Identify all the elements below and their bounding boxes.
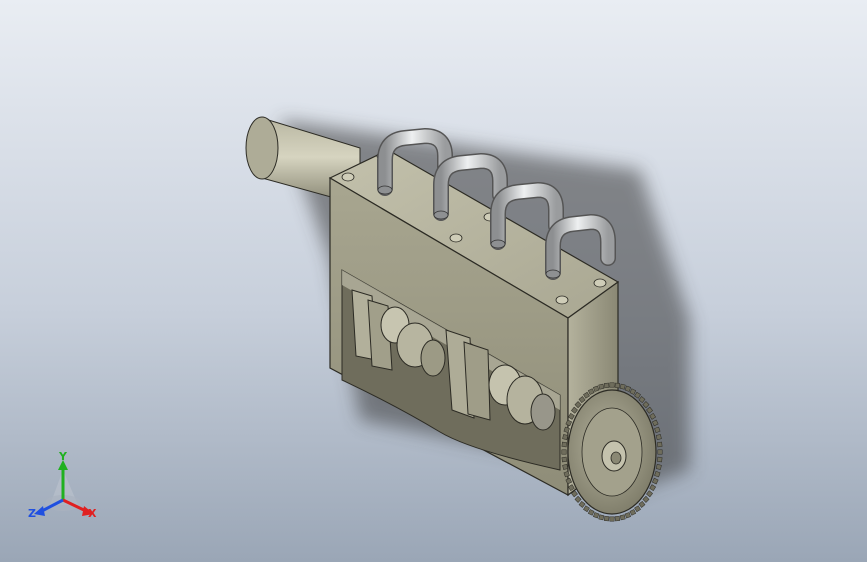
engine-model-canvas[interactable]: // placeholder; teeth drawn by script be… bbox=[0, 0, 867, 562]
gear-tooth bbox=[561, 441, 568, 448]
gear-tooth bbox=[655, 463, 662, 470]
gear-tooth bbox=[593, 512, 600, 519]
bolt-3 bbox=[449, 233, 463, 243]
gear-tooth bbox=[619, 514, 626, 521]
gear-tooth bbox=[562, 463, 569, 470]
gear-tooth bbox=[603, 382, 610, 389]
gear-tooth bbox=[578, 500, 586, 508]
y-axis-label: Y bbox=[58, 450, 68, 463]
gear-tooth bbox=[634, 505, 641, 513]
gear-tooth bbox=[624, 512, 631, 519]
gear-tooth bbox=[561, 456, 568, 463]
bolt-5 bbox=[555, 295, 569, 305]
gear-tooth bbox=[609, 382, 615, 388]
gear-tooth bbox=[562, 434, 569, 441]
gear-tooth bbox=[598, 514, 605, 521]
gear-tooth bbox=[642, 495, 650, 503]
bolt-6 bbox=[593, 278, 607, 288]
gear-tooth bbox=[638, 500, 646, 508]
x-axis-label: X bbox=[88, 507, 97, 520]
gear-tooth bbox=[646, 490, 653, 498]
graphics-viewport[interactable]: // placeholder; teeth drawn by script be… bbox=[0, 0, 867, 562]
gear-tooth bbox=[657, 449, 663, 455]
gear-tooth bbox=[614, 382, 621, 389]
gear-tooth bbox=[574, 495, 582, 503]
gear-tooth bbox=[583, 505, 590, 513]
gear-tooth bbox=[598, 383, 605, 390]
gear-tooth bbox=[619, 383, 626, 390]
gear-tooth bbox=[649, 484, 657, 492]
gear-tooth bbox=[587, 509, 595, 516]
gear-tooth bbox=[603, 515, 610, 522]
z-axis-label: Z bbox=[28, 507, 36, 520]
orientation-triad[interactable]: Y X Z bbox=[28, 450, 97, 520]
gear-tooth bbox=[656, 456, 663, 463]
flywheel-gear[interactable]: // placeholder; teeth drawn by script be… bbox=[561, 382, 663, 522]
gear-tooth bbox=[609, 516, 615, 522]
gear-tooth bbox=[561, 449, 567, 455]
gear-tooth bbox=[656, 441, 663, 448]
gear-tooth bbox=[655, 434, 662, 441]
gear-tooth bbox=[629, 509, 637, 516]
gear-tooth bbox=[614, 515, 621, 522]
bolt-1 bbox=[341, 172, 355, 182]
